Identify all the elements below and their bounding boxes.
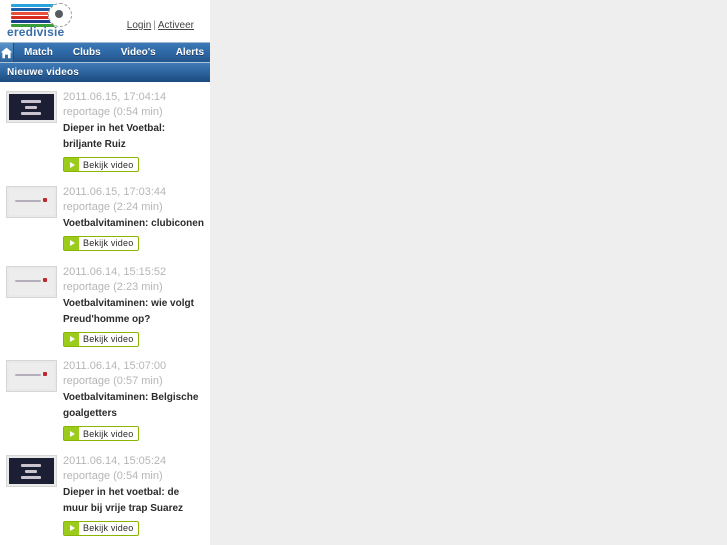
list-item[interactable]: 2011.06.14, 15:15:52 reportage (2:23 min… bbox=[0, 257, 210, 352]
watch-video-button[interactable]: Bekijk video bbox=[63, 235, 140, 251]
watch-video-button[interactable]: Bekijk video bbox=[63, 426, 140, 441]
auth-links: Login | Activeer bbox=[127, 20, 194, 31]
video-title: Dieper in het Voetbal: briljante Ruiz bbox=[63, 123, 166, 150]
video-date: 2011.06.14, 15:07:00 bbox=[63, 360, 167, 372]
play-icon bbox=[64, 427, 79, 440]
nav-item-label: Match bbox=[24, 47, 53, 58]
login-link[interactable]: Login bbox=[127, 20, 151, 31]
logo-wordmark: eredivisie bbox=[7, 25, 65, 39]
watch-video-button[interactable]: Bekijk video bbox=[63, 520, 140, 536]
home-icon bbox=[0, 47, 13, 59]
video-thumbnail[interactable] bbox=[6, 91, 57, 123]
video-date: 2011.06.14, 15:05:24 bbox=[63, 454, 167, 467]
watch-video-label: Bekijk video bbox=[83, 523, 134, 533]
watch-video-button[interactable]: Bekijk video bbox=[63, 331, 140, 347]
list-item[interactable]: 2011.06.14, 15:07:00 reportage (0:57 min… bbox=[0, 351, 210, 446]
watch-video-label: Bekijk video bbox=[83, 334, 134, 344]
video-duration: reportage (0:54 min) bbox=[63, 469, 163, 482]
auth-separator: | bbox=[153, 20, 156, 31]
video-meta: 2011.06.14, 15:15:52 reportage (2:23 min… bbox=[63, 265, 204, 348]
video-thumbnail[interactable] bbox=[6, 265, 57, 298]
video-date: 2011.06.15, 17:03:44 bbox=[63, 185, 167, 198]
video-duration: reportage (2:24 min) bbox=[63, 200, 163, 213]
video-date: 2011.06.14, 15:15:52 bbox=[63, 265, 167, 278]
nav-item-label: Video's bbox=[120, 47, 156, 58]
primary-nav: Match Clubs Video's Alerts bbox=[0, 42, 210, 62]
video-meta: 2011.06.15, 17:03:44 reportage (2:24 min… bbox=[63, 185, 204, 252]
list-item[interactable]: 2011.06.15, 17:03:44 reportage (2:24 min… bbox=[0, 177, 210, 257]
nav-item-label: Clubs bbox=[72, 47, 101, 58]
play-icon bbox=[64, 236, 79, 250]
nav-item-videos[interactable]: Video's bbox=[111, 43, 166, 62]
watch-video-label: Bekijk video bbox=[83, 159, 134, 170]
video-date: 2011.06.15, 17:04:14 bbox=[63, 91, 167, 103]
nav-item-alerts[interactable]: Alerts bbox=[166, 43, 210, 62]
page-root: eredivisie Login|Activeer Match Clubs bbox=[0, 0, 727, 545]
video-title: Voetbalvitaminen: Belgische goalgetters bbox=[63, 392, 199, 419]
video-duration: reportage (2:23 min) bbox=[63, 280, 163, 293]
eredivisie-logo[interactable]: eredivisie bbox=[7, 1, 87, 39]
video-thumbnail[interactable] bbox=[6, 454, 57, 487]
site-header: eredivisie Login | Activeer bbox=[0, 0, 210, 42]
video-duration: reportage (0:54 min) bbox=[63, 106, 163, 118]
activate-link[interactable]: Activeer bbox=[158, 20, 194, 31]
play-icon bbox=[64, 332, 79, 346]
list-item[interactable]: 2011.06.15, 17:04:14 reportage (0:54 min… bbox=[0, 82, 210, 177]
video-meta: 2011.06.14, 15:05:24 reportage (0:54 min… bbox=[63, 454, 204, 537]
play-icon bbox=[64, 158, 79, 171]
watch-video-label: Bekijk video bbox=[83, 428, 134, 439]
video-title: Voetbalvitaminen: wie volgt Preud'homme … bbox=[63, 297, 194, 325]
mobile-content-column: eredivisie Login|Activeer Match Clubs bbox=[0, 0, 210, 545]
section-header-nieuwe-videos: Nieuwe videos bbox=[0, 62, 210, 82]
video-meta: 2011.06.15, 17:04:14 reportage (0:54 min… bbox=[63, 90, 204, 173]
video-meta: 2011.06.14, 15:07:00 reportage (0:57 min… bbox=[63, 359, 204, 442]
nav-item-match[interactable]: Match bbox=[14, 43, 63, 62]
play-icon bbox=[64, 521, 79, 535]
nav-item-clubs[interactable]: Clubs bbox=[63, 43, 111, 62]
section-title: Nieuwe videos bbox=[7, 67, 80, 78]
video-list: 2011.06.15, 17:04:14 reportage (0:54 min… bbox=[0, 82, 210, 540]
list-item[interactable]: 2011.06.14, 15:05:24 reportage (0:54 min… bbox=[0, 446, 210, 541]
nav-item-label: Alerts bbox=[175, 47, 205, 58]
soccer-ball-icon bbox=[48, 3, 72, 27]
video-thumbnail[interactable] bbox=[6, 185, 57, 218]
watch-video-button[interactable]: Bekijk video bbox=[63, 157, 140, 172]
video-duration: reportage (0:57 min) bbox=[63, 375, 163, 387]
watch-video-label: Bekijk video bbox=[83, 238, 134, 248]
nav-home-button[interactable] bbox=[0, 43, 14, 62]
video-title: Voetbalvitaminen: clubiconen bbox=[63, 217, 204, 229]
video-title: Dieper in het voetbal: de muur bij vrije… bbox=[63, 486, 184, 514]
video-thumbnail[interactable] bbox=[6, 360, 57, 392]
